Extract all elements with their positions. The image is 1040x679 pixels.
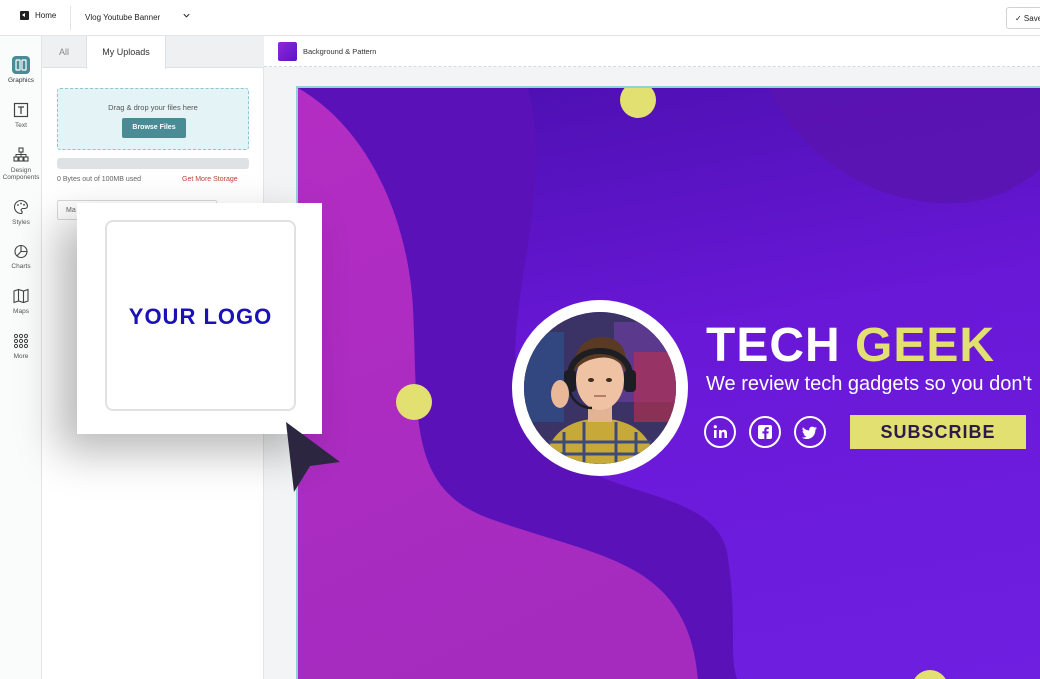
rail-item-design-components[interactable]: Design Components	[0, 146, 42, 181]
tab-all[interactable]: All	[42, 36, 86, 68]
facebook-button[interactable]	[749, 416, 781, 448]
pointer-cursor-icon	[286, 422, 340, 492]
youtube-banner-canvas[interactable]: TECH GEEK We review tech gadgets so you …	[296, 86, 1040, 679]
facebook-icon	[758, 425, 772, 439]
decorative-dot	[396, 384, 432, 420]
document-title[interactable]: Vlog Youtube Banner	[85, 13, 160, 22]
storage-progress-bar	[57, 158, 249, 169]
title-word-tech: TECH	[706, 319, 841, 372]
profile-photo-frame[interactable]	[512, 300, 688, 476]
rail-item-more[interactable]: More	[0, 332, 42, 360]
rail-label: Graphics	[7, 77, 34, 84]
background-color-swatch[interactable]	[278, 42, 297, 61]
rail-item-charts[interactable]: Charts	[0, 242, 42, 270]
save-button[interactable]: ✓ Save	[1006, 7, 1040, 29]
subscribe-button[interactable]: SUBSCRIBE	[850, 415, 1026, 449]
pie-chart-icon	[14, 244, 28, 259]
banner-title[interactable]: TECH GEEK	[706, 318, 995, 373]
twitter-button[interactable]	[794, 416, 826, 448]
top-bar: Home Vlog Youtube Banner ✓ Save	[0, 0, 1040, 36]
storage-usage-text: 0 Bytes out of 100MB used	[57, 176, 142, 183]
rail-label: Text	[15, 122, 27, 129]
linkedin-button[interactable]	[704, 416, 736, 448]
get-more-storage-link[interactable]: Get More Storage	[182, 176, 238, 183]
rail-item-text[interactable]: Text	[0, 101, 42, 129]
dropzone-text: Drag & drop your files here	[108, 103, 198, 112]
graphics-icon	[12, 56, 30, 74]
rail-label: More	[13, 353, 29, 360]
logo-placeholder-text: YOUR LOGO	[128, 304, 273, 329]
banner-tagline[interactable]: We review tech gadgets so you don't	[706, 373, 1032, 396]
rail-item-styles[interactable]: Styles	[0, 198, 42, 226]
profile-photo	[524, 312, 676, 464]
rail-label: Styles	[12, 219, 30, 226]
file-dropzone[interactable]: Drag & drop your files here Browse Files	[57, 88, 249, 150]
rail-label: Maps	[13, 308, 29, 315]
chevron-down-icon[interactable]	[182, 11, 191, 20]
home-label: Home	[35, 11, 57, 20]
linkedin-icon	[713, 425, 727, 438]
rail-item-maps[interactable]: Maps	[0, 287, 42, 315]
design-components-icon	[13, 147, 29, 162]
map-icon	[13, 288, 29, 304]
tab-my-uploads[interactable]: My Uploads	[86, 36, 166, 69]
dragged-logo-card[interactable]: YOUR LOGO	[77, 203, 322, 434]
text-icon	[13, 102, 29, 118]
browse-files-button[interactable]: Browse Files	[122, 118, 186, 138]
topbar-divider	[70, 6, 71, 30]
title-word-geek: GEEK	[855, 319, 996, 372]
rail-item-graphics[interactable]: Graphics	[0, 56, 42, 84]
home-button[interactable]: Home	[20, 11, 56, 20]
palette-icon	[13, 199, 29, 215]
rail-label: Design Components	[2, 167, 40, 181]
background-pattern-label[interactable]: Background & Pattern	[303, 47, 376, 56]
logo-frame: YOUR LOGO	[105, 220, 296, 411]
panel-tabs: All My Uploads	[42, 36, 264, 69]
gamer-portrait-icon	[524, 312, 676, 464]
tool-rail: Graphics Text Design Components Styles C…	[0, 36, 42, 679]
twitter-icon	[801, 426, 817, 439]
canvas-toolbar: Background & Pattern	[264, 36, 1040, 67]
home-icon	[20, 11, 29, 20]
rail-label: Charts	[11, 263, 31, 270]
grid-dots-icon	[13, 333, 29, 349]
